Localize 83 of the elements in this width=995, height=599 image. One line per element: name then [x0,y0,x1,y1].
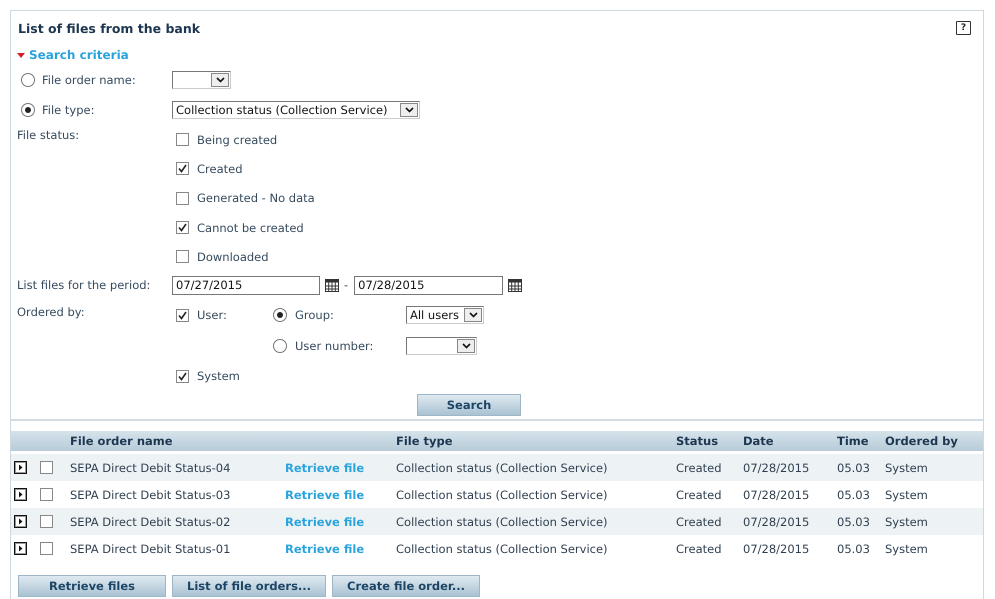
date-field[interactable]: 07/28/2015 [354,276,504,295]
table-cell-text: 05.03 [837,460,871,475]
range-separator: - [344,278,348,292]
action-button[interactable]: Retrieve files [18,575,166,598]
checkbox[interactable] [176,192,189,205]
checkbox[interactable] [40,542,53,556]
table-cell-text: SEPA Direct Debit Status-04 [70,460,232,475]
page-title: List of files from the bank [18,20,200,36]
select-field[interactable] [406,337,477,356]
chevron-down-icon [216,77,224,83]
table-cell-text: Created [676,514,723,529]
select-field[interactable]: All users [406,306,484,324]
radio-button[interactable] [21,103,35,117]
table-cell-text: Created [676,488,723,502]
table-cell-text: System [885,488,929,502]
radio-button[interactable] [273,308,287,322]
field-label: Ordered by: [17,304,85,320]
table-cell-text: 05.03 [837,514,871,529]
calendar-icon[interactable] [325,278,339,292]
radio-label: User number: [295,339,374,354]
table-cell-text: 07/28/2015 [743,514,810,529]
radio-button[interactable] [21,73,35,87]
expand-icon[interactable] [14,461,27,474]
field-label: File order name: [42,73,136,87]
table-cell-text: Collection status (Collection Service) [396,514,609,529]
field-label: List files for the period: [17,278,150,292]
table-cell-text: 07/28/2015 [743,460,810,475]
field-label: File type: [42,103,94,117]
calendar-icon[interactable] [508,278,522,292]
table-cell-text: SEPA Direct Debit Status-03 [70,488,232,502]
checkbox-label: Generated - No data [197,191,315,206]
checkbox[interactable] [176,221,189,234]
action-button[interactable]: Create file order... [332,575,480,598]
checkbox-label: System [197,369,240,384]
checkbox[interactable] [40,461,53,474]
expand-icon[interactable] [14,515,27,528]
table-cell-text: 07/28/2015 [743,488,810,502]
column-header: Status [676,434,720,448]
table-cell-text: 05.03 [837,488,871,502]
select-field[interactable] [172,71,231,89]
column-header: File type [396,434,454,448]
chevron-down-icon [468,312,478,318]
chevron-down-icon [404,107,414,113]
expand-icon[interactable] [14,542,27,556]
checkbox[interactable] [176,133,189,146]
radio-button[interactable] [273,339,287,354]
table-cell-text: SEPA Direct Debit Status-01 [70,542,232,556]
table-cell-text: Created [676,542,723,556]
table-cell-text: System [885,514,929,529]
checkbox-label: User: [197,308,227,322]
table-cell-text: Collection status (Collection Service) [396,488,609,502]
table-cell-text: 07/28/2015 [743,542,810,556]
table-cell-text: 05.03 [837,542,871,556]
action-button[interactable]: List of file orders... [172,575,326,598]
table-cell-text: System [885,460,929,475]
expand-icon[interactable] [14,488,27,502]
checkbox-label: Created [197,162,243,176]
table-cell-text: SEPA Direct Debit Status-02 [70,514,232,529]
field-label: File status: [17,127,80,142]
help-button[interactable]: ? [956,21,971,35]
checkbox[interactable] [176,370,189,383]
checkbox[interactable] [40,488,53,502]
checkbox[interactable] [176,162,189,176]
column-header: Time [837,434,870,448]
chevron-down-icon [462,343,470,350]
checkbox-label: Downloaded [197,250,269,264]
checkbox[interactable] [176,250,189,264]
checkbox-label: Being created [197,132,278,147]
column-header: Date [743,434,775,448]
caret-icon[interactable] [17,51,25,59]
column-header: Ordered by [885,434,959,448]
checkbox[interactable] [176,308,189,322]
table-cell-text: Collection status (Collection Service) [396,460,609,475]
table-cell-text: Collection status (Collection Service) [396,542,609,556]
search-button[interactable]: Search [417,394,521,416]
table-cell-text: Created [676,460,723,475]
checkbox[interactable] [40,515,53,528]
table-cell-text: System [885,542,929,556]
date-field[interactable]: 07/27/2015 [172,276,320,295]
radio-label: Group: [295,308,334,322]
select-field[interactable]: Collection status (Collection Service) [172,101,420,119]
checkbox-label: Cannot be created [197,220,304,235]
column-header: File order name [70,434,174,448]
